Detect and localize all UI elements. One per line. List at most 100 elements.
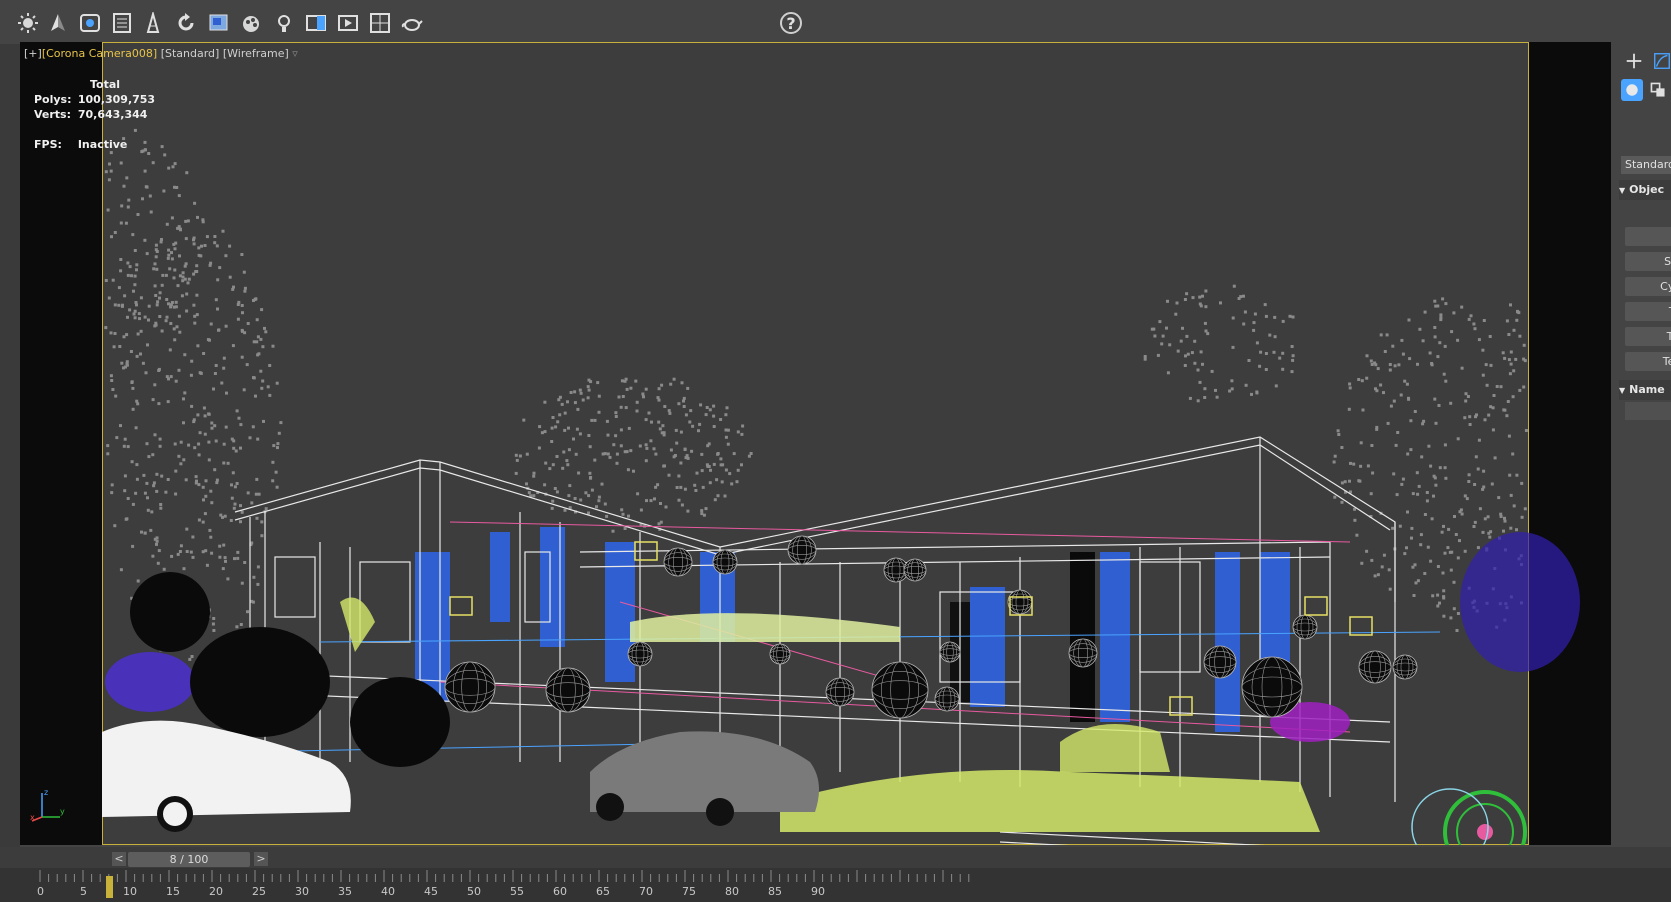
object-type-rollout[interactable]: ▼ Objec — [1619, 180, 1671, 200]
point-cloud-dot — [1499, 512, 1503, 516]
object-name-field[interactable] — [1625, 402, 1671, 420]
wireframe-sphere — [825, 677, 855, 707]
point-cloud-dot — [203, 512, 207, 516]
point-cloud-dot — [218, 555, 222, 559]
point-cloud-dot — [191, 555, 195, 559]
point-cloud-dot — [260, 308, 264, 312]
rotate-icon[interactable] — [174, 11, 198, 35]
point-cloud-dot — [126, 205, 130, 209]
name-color-rollout[interactable]: ▼ Name — [1619, 380, 1671, 400]
point-cloud-dot — [1443, 466, 1447, 470]
point-cloud-dot — [149, 528, 153, 532]
point-cloud-dot — [1273, 335, 1277, 339]
sun-icon[interactable] — [16, 11, 40, 35]
point-cloud-dot — [1188, 396, 1192, 400]
point-cloud-dot — [1201, 294, 1204, 298]
viewport-icon[interactable] — [368, 11, 392, 35]
camera-name[interactable]: [Corona Camera008] — [42, 47, 157, 60]
point-cloud-dot — [170, 216, 174, 220]
shading-mode[interactable]: [Standard] — [161, 47, 220, 60]
sphere-button[interactable]: Sph — [1625, 252, 1671, 271]
color-picker-icon[interactable] — [240, 11, 264, 35]
teapot-icon[interactable] — [400, 11, 424, 35]
point-cloud-dot — [659, 520, 663, 524]
viewport-menu[interactable]: [+] — [24, 47, 42, 60]
next-frame-button[interactable]: > — [254, 852, 268, 866]
render-frame-icon[interactable] — [336, 11, 360, 35]
point-cloud-dot — [183, 391, 187, 395]
point-cloud-dot — [540, 431, 544, 435]
modify-tab-icon[interactable] — [1651, 50, 1671, 72]
time-slider[interactable]: 8 / 100 — [128, 852, 250, 867]
point-cloud-dot — [601, 452, 605, 456]
point-cloud-dot — [704, 413, 708, 417]
display-mode[interactable]: [Wireframe] — [223, 47, 289, 60]
current-frame-marker[interactable] — [105, 876, 113, 898]
point-cloud-dot — [1278, 356, 1282, 360]
point-cloud-dot — [656, 483, 660, 487]
geometry-icon[interactable] — [1621, 79, 1643, 101]
point-cloud-dot — [268, 364, 272, 367]
layer-list-icon[interactable] — [110, 11, 134, 35]
point-cloud-dot — [119, 424, 122, 428]
point-cloud-dot — [243, 286, 247, 290]
point-cloud-dot — [146, 496, 149, 500]
create-tab-icon[interactable] — [1623, 50, 1645, 72]
primitive-type-dropdown[interactable]: Standard — [1621, 156, 1671, 174]
tree-icon[interactable] — [46, 11, 70, 35]
point-cloud-dot — [561, 466, 565, 470]
point-cloud-dot — [155, 303, 159, 307]
point-cloud-dot — [173, 162, 177, 166]
point-cloud-dot — [684, 456, 688, 460]
teapot-button[interactable]: Tea — [1625, 327, 1671, 346]
frame-icon[interactable] — [304, 11, 328, 35]
point-cloud-dot — [1165, 326, 1168, 330]
point-cloud-dot — [522, 418, 526, 422]
point-cloud-dot — [1443, 443, 1447, 447]
point-cloud-dot — [1406, 510, 1409, 514]
point-cloud-dot — [222, 356, 226, 360]
point-cloud-dot — [246, 491, 250, 495]
textplus-button[interactable]: Text — [1625, 352, 1671, 371]
point-cloud-dot — [257, 352, 261, 356]
render-setup-icon[interactable] — [207, 11, 231, 35]
point-cloud-dot — [145, 252, 149, 256]
point-cloud-dot — [142, 473, 146, 477]
point-cloud-dot — [180, 294, 184, 298]
point-cloud-dot — [166, 478, 170, 481]
camera-viewport[interactable]: [+][Corona Camera008] [Standard] [Wirefr… — [20, 42, 1611, 845]
point-cloud-dot — [1453, 515, 1456, 518]
point-cloud-dot — [1446, 546, 1450, 550]
point-cloud-dot — [160, 474, 164, 478]
filter-icon[interactable]: ▿ — [292, 47, 298, 60]
point-cloud-dot — [254, 492, 258, 496]
point-cloud-dot — [177, 368, 181, 372]
torus-button[interactable]: Tor — [1625, 302, 1671, 321]
drawing-icon[interactable] — [141, 11, 165, 35]
display-icon[interactable] — [78, 11, 102, 35]
point-cloud-dot — [674, 428, 678, 432]
light-bulb-icon[interactable] — [272, 11, 296, 35]
point-cloud-dot — [675, 441, 679, 445]
prev-frame-button[interactable]: < — [112, 852, 126, 866]
point-cloud-dot — [157, 549, 161, 553]
shapes-icon[interactable] — [1647, 79, 1669, 101]
point-cloud-dot — [106, 208, 110, 212]
point-cloud-dot — [154, 255, 158, 259]
track-bar-ruler[interactable]: 0 5 10 15 20 25 30 35 40 45 50 55 60 65 70 75 80 85 90 — [0, 868, 1671, 902]
point-cloud-dot — [196, 344, 200, 348]
point-cloud-dot — [1473, 520, 1477, 524]
point-cloud-dot — [1512, 369, 1516, 373]
point-cloud-dot — [1505, 319, 1509, 323]
point-cloud-dot — [567, 494, 571, 498]
cylinder-button[interactable]: Cylir — [1625, 277, 1671, 296]
box-button[interactable]: Bo — [1625, 227, 1671, 246]
point-cloud-dot — [569, 391, 573, 394]
point-cloud-dot — [1507, 434, 1511, 438]
point-cloud-dot — [135, 354, 139, 358]
point-cloud-dot — [239, 520, 242, 524]
viewport-label[interactable]: [+][Corona Camera008] [Standard] [Wirefr… — [24, 47, 298, 60]
point-cloud-dot — [1499, 385, 1503, 389]
help-icon[interactable]: ? — [780, 12, 802, 34]
point-cloud-dot — [548, 467, 552, 471]
